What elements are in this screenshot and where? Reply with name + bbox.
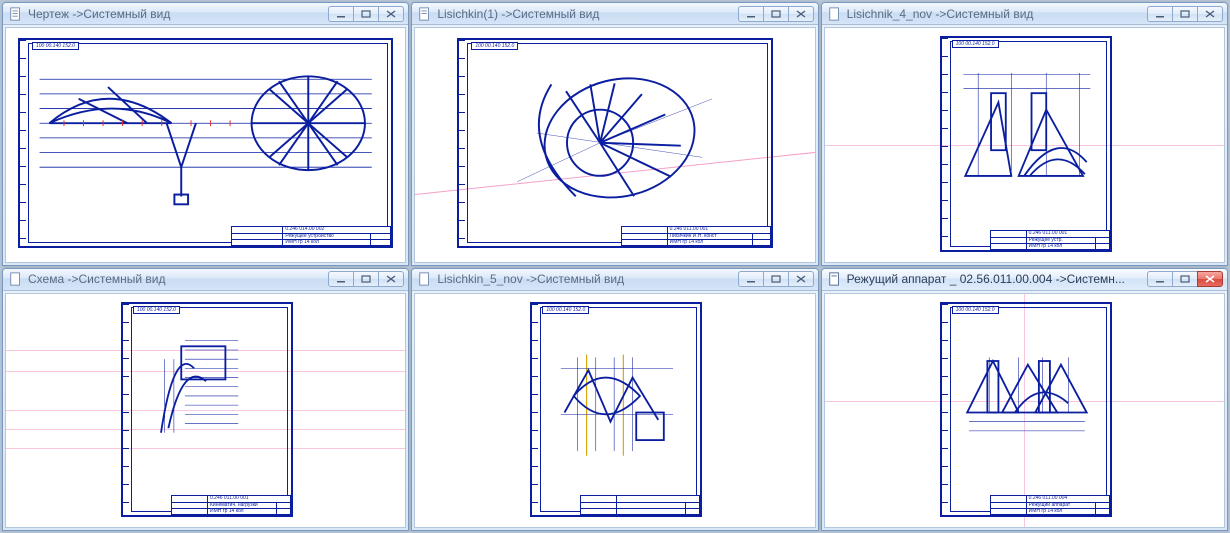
- mdi-child-window: Lisichnik_4_nov ->Системный вид 100 00.1…: [821, 2, 1228, 266]
- titlebar[interactable]: Чертеж ->Системный вид: [3, 3, 408, 25]
- minimize-button[interactable]: [1147, 6, 1173, 22]
- window-controls: [739, 271, 814, 287]
- drawing-viewport[interactable]: 100 00.140 152.0: [5, 27, 406, 263]
- close-button[interactable]: [788, 6, 814, 22]
- window-title: Lisichnik_4_nov ->Системный вид: [847, 7, 1148, 21]
- drawing-content: [942, 304, 1110, 516]
- drawing-content: [942, 38, 1110, 250]
- window-controls: [739, 6, 814, 22]
- titlebar[interactable]: Схема ->Системный вид: [3, 269, 408, 291]
- maximize-button[interactable]: [353, 6, 379, 22]
- maximize-button[interactable]: [763, 271, 789, 287]
- drawing-viewport[interactable]: 100 00.140 152.0: [824, 27, 1225, 263]
- titlebar[interactable]: Режущий аппарат _ 02.56.011.00.004 ->Сис…: [822, 269, 1227, 291]
- maximize-button[interactable]: [353, 271, 379, 287]
- document-icon: [828, 7, 842, 21]
- document-icon: [418, 7, 432, 21]
- window-title: Режущий аппарат _ 02.56.011.00.004 ->Сис…: [847, 272, 1148, 286]
- drawing-viewport[interactable]: 100 00.140 152.0: [414, 293, 815, 529]
- drawing-viewport[interactable]: 100 00.140 152.0: [824, 293, 1225, 529]
- mdi-workspace: Чертеж ->Системный вид 100 00.140 152.0: [0, 0, 1230, 533]
- drawing-content: [20, 40, 391, 246]
- mdi-child-window: Lisichkin_5_nov ->Системный вид 100 00.1…: [411, 268, 818, 532]
- titlebar[interactable]: Lisichkin_5_nov ->Системный вид: [412, 269, 817, 291]
- drawing-content: [459, 40, 770, 246]
- titlebar[interactable]: Lisichnik_4_nov ->Системный вид: [822, 3, 1227, 25]
- document-icon: [418, 272, 432, 286]
- window-controls: [329, 6, 404, 22]
- drawing-content: [532, 304, 700, 516]
- mdi-child-window: Режущий аппарат _ 02.56.011.00.004 ->Сис…: [821, 268, 1228, 532]
- document-icon: [9, 7, 23, 21]
- drawing-viewport[interactable]: 100 00.140 152.0: [414, 27, 815, 263]
- close-button[interactable]: [1197, 6, 1223, 22]
- drawing-content: [123, 304, 291, 516]
- mdi-child-window: Чертеж ->Системный вид 100 00.140 152.0: [2, 2, 409, 266]
- close-button[interactable]: [1197, 271, 1223, 287]
- minimize-button[interactable]: [738, 6, 764, 22]
- window-title: Чертеж ->Системный вид: [28, 7, 329, 21]
- titlebar[interactable]: Lisichkin(1) ->Системный вид: [412, 3, 817, 25]
- close-button[interactable]: [378, 271, 404, 287]
- window-title: Схема ->Системный вид: [28, 272, 329, 286]
- drawing-viewport[interactable]: 100 00.140 152.0: [5, 293, 406, 529]
- window-controls: [1148, 271, 1223, 287]
- document-icon: [828, 272, 842, 286]
- mdi-child-window: Схема ->Системный вид 100 00.140 152.0: [2, 268, 409, 532]
- mdi-child-window: Lisichkin(1) ->Системный вид 100 00.140 …: [411, 2, 818, 266]
- minimize-button[interactable]: [1147, 271, 1173, 287]
- window-controls: [329, 271, 404, 287]
- minimize-button[interactable]: [738, 271, 764, 287]
- window-title: Lisichkin(1) ->Системный вид: [437, 7, 738, 21]
- close-button[interactable]: [378, 6, 404, 22]
- window-controls: [1148, 6, 1223, 22]
- minimize-button[interactable]: [328, 271, 354, 287]
- maximize-button[interactable]: [1172, 271, 1198, 287]
- close-button[interactable]: [788, 271, 814, 287]
- window-title: Lisichkin_5_nov ->Системный вид: [437, 272, 738, 286]
- minimize-button[interactable]: [328, 6, 354, 22]
- maximize-button[interactable]: [763, 6, 789, 22]
- document-icon: [9, 272, 23, 286]
- maximize-button[interactable]: [1172, 6, 1198, 22]
